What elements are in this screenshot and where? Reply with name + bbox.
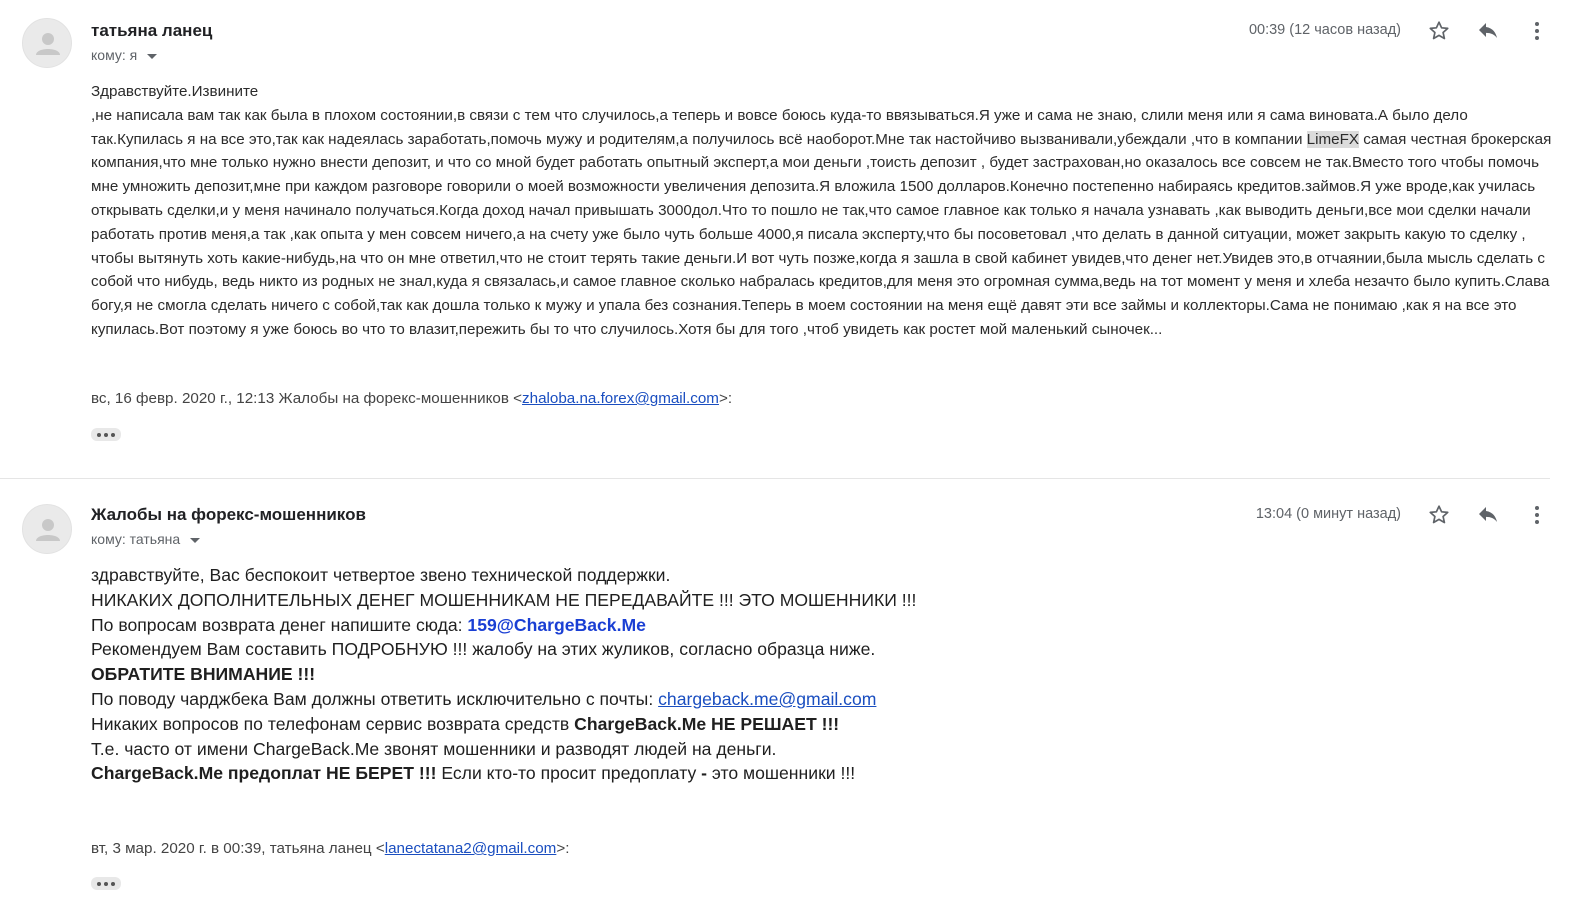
person-icon bbox=[36, 33, 60, 55]
message-paragraph: ,не написала вам так как была в плохом с… bbox=[91, 104, 1556, 342]
more-options-button[interactable] bbox=[1524, 502, 1550, 528]
more-vert-icon bbox=[1535, 22, 1539, 40]
quote-header: вт, 3 мар. 2020 г. в 00:39, татьяна лане… bbox=[91, 840, 569, 857]
ellipsis-icon bbox=[97, 432, 101, 437]
body-text: Никаких вопросов по телефонам сервис воз… bbox=[91, 713, 575, 734]
message-divider bbox=[0, 478, 1550, 479]
body-line: ChargeBack.Me предоплат НЕ БЕРЕТ !!! Есл… bbox=[91, 761, 916, 786]
message-2: Жалобы на форекс-мошенников кому: татьян… bbox=[0, 480, 1580, 904]
chargeback-email-link[interactable]: 159@ChargeBack.Me bbox=[467, 615, 646, 635]
star-icon bbox=[1429, 21, 1449, 40]
message-body: здравствуйте, Вас беспокоит четвертое зв… bbox=[91, 563, 916, 786]
highlighted-term: LimeFX bbox=[1306, 130, 1359, 148]
message-body: Здравствуйте.Извините ,не написала вам т… bbox=[91, 80, 1556, 342]
recipient-label: кому: татьяна bbox=[91, 531, 181, 547]
body-text: Если кто-то просит предоплату bbox=[436, 763, 702, 784]
message-time: 13:04 (0 минут назад) bbox=[1255, 506, 1401, 522]
greeting-text: Здравствуйте.Извините bbox=[91, 83, 259, 100]
body-line: По вопросам возврата денег напишите сюда… bbox=[91, 613, 916, 638]
body-line: Рекомендуем Вам составить ПОДРОБНУЮ !!! … bbox=[91, 639, 876, 660]
message-1: татьяна ланец кому: я 00:39 (12 часов на… bbox=[0, 0, 1580, 478]
quote-header: вс, 16 февр. 2020 г., 12:13 Жалобы на фо… bbox=[91, 390, 732, 407]
reply-icon bbox=[1479, 507, 1497, 522]
body-line: Никаких вопросов по телефонам сервис воз… bbox=[91, 712, 916, 737]
reply-button[interactable] bbox=[1475, 502, 1501, 528]
more-options-button[interactable] bbox=[1524, 18, 1550, 44]
gmail-email-link[interactable]: chargeback.me@gmail.com bbox=[658, 689, 876, 709]
message-time: 00:39 (12 часов назад) bbox=[1248, 22, 1401, 38]
body-text: По вопросам возврата денег напишите сюда… bbox=[91, 614, 468, 635]
body-text-bold: ChargeBack.Me предоплат НЕ БЕРЕТ !!! bbox=[91, 763, 437, 784]
body-line: здравствуйте, Вас беспокоит четвертое зв… bbox=[91, 565, 671, 585]
recipient-details[interactable]: кому: я bbox=[91, 47, 158, 63]
chevron-down-icon[interactable] bbox=[147, 53, 158, 59]
quote-email-link[interactable]: zhaloba.na.forex@gmail.com bbox=[522, 390, 719, 407]
body-line: НИКАКИХ ДОПОЛНИТЕЛЬНЫХ ДЕНЕГ МОШЕННИКАМ … bbox=[91, 589, 917, 610]
body-text: это мошенники !!! bbox=[707, 763, 856, 784]
body-text: самая честная брокерская компания,что мн… bbox=[91, 130, 1552, 338]
reply-button[interactable] bbox=[1475, 18, 1501, 44]
body-line-bold: ОБРАТИТЕ ВНИМАНИЕ !!! bbox=[91, 664, 316, 685]
person-icon bbox=[36, 519, 60, 541]
quote-prefix: вс, 16 февр. 2020 г., 12:13 Жалобы на фо… bbox=[91, 390, 523, 407]
show-trimmed-content-button[interactable] bbox=[91, 428, 121, 441]
sender-name[interactable]: татьяна ланец bbox=[91, 21, 212, 41]
star-icon bbox=[1429, 505, 1449, 524]
star-button[interactable] bbox=[1426, 502, 1452, 528]
star-button[interactable] bbox=[1426, 18, 1452, 44]
chevron-down-icon[interactable] bbox=[190, 537, 201, 543]
sender-avatar[interactable] bbox=[22, 504, 72, 554]
sender-avatar[interactable] bbox=[22, 18, 72, 68]
show-trimmed-content-button[interactable] bbox=[91, 877, 121, 890]
more-vert-icon bbox=[1535, 506, 1539, 524]
body-line: По поводу чарджбека Вам должны ответить … bbox=[91, 687, 916, 712]
quote-prefix: вт, 3 мар. 2020 г. в 00:39, татьяна лане… bbox=[91, 840, 385, 857]
body-text: По поводу чарджбека Вам должны ответить … bbox=[91, 688, 659, 709]
sender-name[interactable]: Жалобы на форекс-мошенников bbox=[91, 505, 366, 525]
reply-icon bbox=[1479, 23, 1497, 38]
body-text-bold: ChargeBack.Me НЕ РЕШАЕТ !!! bbox=[574, 713, 840, 734]
quote-email-link[interactable]: lanectatana2@gmail.com bbox=[385, 840, 557, 857]
quote-suffix: >: bbox=[556, 840, 570, 857]
recipient-details[interactable]: кому: татьяна bbox=[91, 531, 201, 547]
ellipsis-icon bbox=[97, 881, 101, 886]
body-line: Т.е. часто от имени ChargeBack.Me звонят… bbox=[91, 738, 777, 759]
recipient-label: кому: я bbox=[91, 47, 138, 63]
quote-suffix: >: bbox=[718, 390, 733, 407]
body-text: ,не написала вам так как была в плохом с… bbox=[91, 106, 1468, 148]
